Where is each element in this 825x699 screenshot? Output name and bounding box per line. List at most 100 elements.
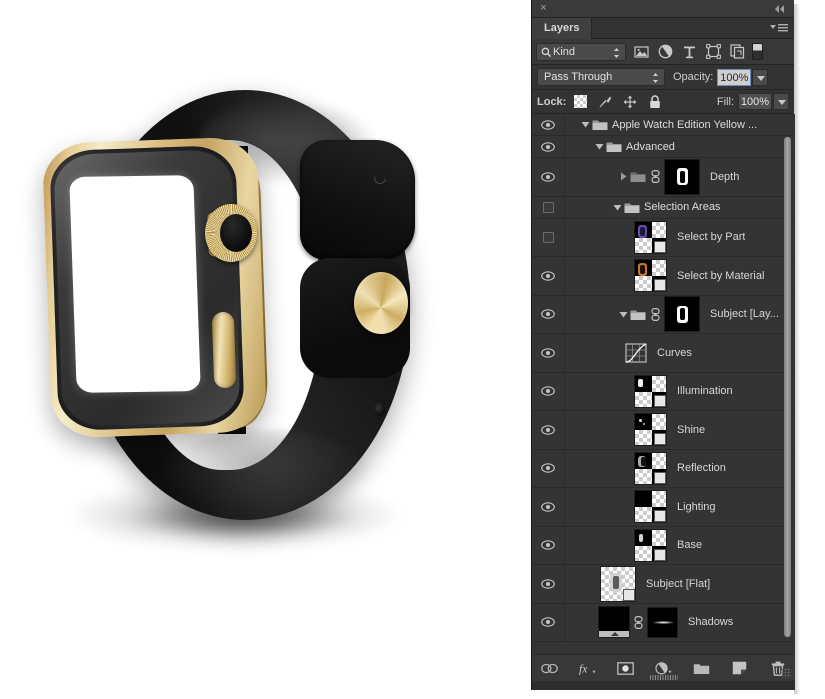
layer-visibility-toggle[interactable]: [532, 136, 565, 157]
layer-visibility-toggle[interactable]: [532, 257, 565, 295]
disclosure-triangle-open-icon: [619, 311, 628, 318]
layer-row[interactable]: Base: [532, 526, 795, 565]
adjustment-layer-filter-icon[interactable]: [658, 44, 673, 59]
layer-row[interactable]: Advanced: [532, 136, 795, 158]
layer-visibility-toggle[interactable]: [532, 114, 565, 135]
layer-row[interactable]: Select by Part: [532, 218, 795, 257]
layer-row-body[interactable]: Selection Areas: [565, 197, 795, 218]
layer-visibility-toggle[interactable]: [532, 603, 565, 641]
layer-row[interactable]: Subject [Lay...: [532, 295, 795, 334]
filter-kind-select[interactable]: Kind: [536, 42, 626, 61]
layer-thumbnail[interactable]: [634, 374, 667, 408]
lock-all-icon[interactable]: [648, 94, 662, 109]
type-layer-filter-icon[interactable]: [682, 44, 697, 59]
layer-list-scrollbar[interactable]: [784, 119, 791, 657]
smart-object-filter-icon[interactable]: [730, 44, 745, 59]
canvas-area[interactable]: [0, 0, 531, 699]
fill-slider-dropdown[interactable]: [773, 93, 789, 110]
layer-visibility-toggle[interactable]: [532, 196, 565, 218]
close-icon[interactable]: ×: [538, 3, 549, 14]
layer-row[interactable]: Shadows: [532, 603, 795, 642]
smart-object-badge: [654, 471, 666, 484]
new-layer-icon[interactable]: [731, 660, 748, 677]
layer-thumbnail[interactable]: [634, 528, 667, 562]
add-layer-mask-icon[interactable]: [617, 660, 634, 677]
layer-row[interactable]: Apple Watch Edition Yellow ...: [532, 114, 795, 136]
new-adjustment-layer-icon[interactable]: [655, 660, 672, 677]
layer-row-body[interactable]: Shadows: [565, 604, 795, 642]
lock-transparent-pixels-icon[interactable]: [574, 95, 588, 108]
layer-visibility-toggle[interactable]: [532, 295, 565, 333]
pixel-layer-filter-icon[interactable]: [634, 44, 649, 59]
layer-thumbnail[interactable]: [598, 606, 630, 639]
tab-layers[interactable]: Layers: [532, 18, 593, 39]
layer-visibility-toggle[interactable]: [532, 334, 565, 372]
layer-row[interactable]: Selection Areas: [532, 196, 795, 219]
lock-position-icon[interactable]: [623, 95, 637, 109]
layer-visibility-toggle[interactable]: [532, 449, 565, 487]
layer-thumbnail[interactable]: [634, 490, 667, 524]
layer-row[interactable]: Subject [Flat]: [532, 565, 795, 604]
panel-menu-icon[interactable]: [769, 22, 789, 35]
layer-row[interactable]: Illumination: [532, 372, 795, 411]
layer-row-body[interactable]: Advanced: [565, 136, 795, 157]
scrollbar-thumb[interactable]: [784, 137, 791, 637]
fill-input[interactable]: 100%: [738, 93, 772, 110]
layer-row-body[interactable]: Subject [Lay...: [565, 296, 795, 334]
layer-thumbnail[interactable]: [600, 565, 636, 602]
layer-row-body[interactable]: Base: [565, 527, 795, 565]
layer-row-body[interactable]: Lighting: [565, 488, 795, 526]
layer-visibility-toggle[interactable]: [532, 526, 565, 564]
opacity-input[interactable]: 100%: [717, 68, 752, 86]
layer-effects-fx-icon[interactable]: fx: [579, 660, 596, 677]
layer-visibility-toggle[interactable]: [532, 411, 565, 449]
layer-thumbnail[interactable]: [634, 259, 667, 293]
layer-thumbnail[interactable]: [634, 220, 667, 254]
layer-filter-bar: Kind: [532, 39, 794, 65]
layer-row-body[interactable]: Shine: [565, 411, 795, 449]
filter-enable-toggle[interactable]: [752, 43, 763, 60]
layer-row[interactable]: Depth: [532, 158, 795, 197]
layer-thumbnail[interactable]: [634, 413, 667, 447]
layer-visibility-toggle[interactable]: [532, 372, 565, 410]
layer-row-body[interactable]: Depth: [565, 158, 795, 196]
eye-icon: [541, 271, 555, 281]
layer-row-body[interactable]: Reflection: [565, 450, 795, 488]
layer-row[interactable]: Select by Material: [532, 257, 795, 296]
blend-mode-select[interactable]: Pass Through: [537, 68, 665, 86]
layer-row-body[interactable]: Subject [Flat]: [565, 565, 795, 603]
disclosure-triangle-open-icon: [581, 122, 590, 128]
watch-side-button: [211, 311, 237, 389]
layer-row-body[interactable]: Select by Material: [565, 257, 795, 295]
layer-row[interactable]: Lighting: [532, 488, 795, 527]
layer-visibility-toggle[interactable]: [532, 565, 565, 603]
lock-image-pixels-icon[interactable]: [598, 95, 612, 109]
layer-row-body[interactable]: Select by Part: [565, 219, 795, 257]
new-group-icon[interactable]: [693, 660, 710, 677]
shape-layer-filter-icon[interactable]: [706, 44, 721, 59]
apple-watch-product-image: [0, 0, 531, 699]
layer-mask-thumbnail[interactable]: [664, 296, 700, 333]
panel-resize-handle[interactable]: [650, 675, 678, 680]
layer-visibility-toggle[interactable]: [532, 158, 565, 196]
layer-mask-thumbnail[interactable]: [664, 158, 700, 195]
layer-thumbnail[interactable]: [634, 451, 667, 485]
layer-row[interactable]: Reflection: [532, 449, 795, 488]
layer-row-body[interactable]: Illumination: [565, 373, 795, 411]
smart-object-badge: [654, 548, 666, 561]
link-icon: [651, 170, 660, 184]
layer-row-body[interactable]: Curves: [565, 334, 795, 372]
panel-resize-grip[interactable]: [781, 668, 791, 678]
layer-visibility-toggle[interactable]: [532, 218, 565, 256]
smart-object-badge: [654, 240, 666, 253]
collapse-panel-icon[interactable]: [772, 3, 788, 15]
opacity-slider-dropdown[interactable]: [752, 68, 769, 86]
link-layers-icon[interactable]: [541, 660, 558, 677]
layer-list[interactable]: Apple Watch Edition Yellow ... Advanced …: [532, 114, 795, 663]
layer-row-body[interactable]: Apple Watch Edition Yellow ...: [565, 114, 795, 135]
layer-row[interactable]: Shine: [532, 411, 795, 450]
layer-mask-thumbnail[interactable]: [647, 606, 678, 638]
layer-visibility-toggle[interactable]: [532, 488, 565, 526]
lock-bar: Lock: Fill: 100%: [532, 90, 794, 114]
layer-row[interactable]: Curves: [532, 334, 795, 373]
